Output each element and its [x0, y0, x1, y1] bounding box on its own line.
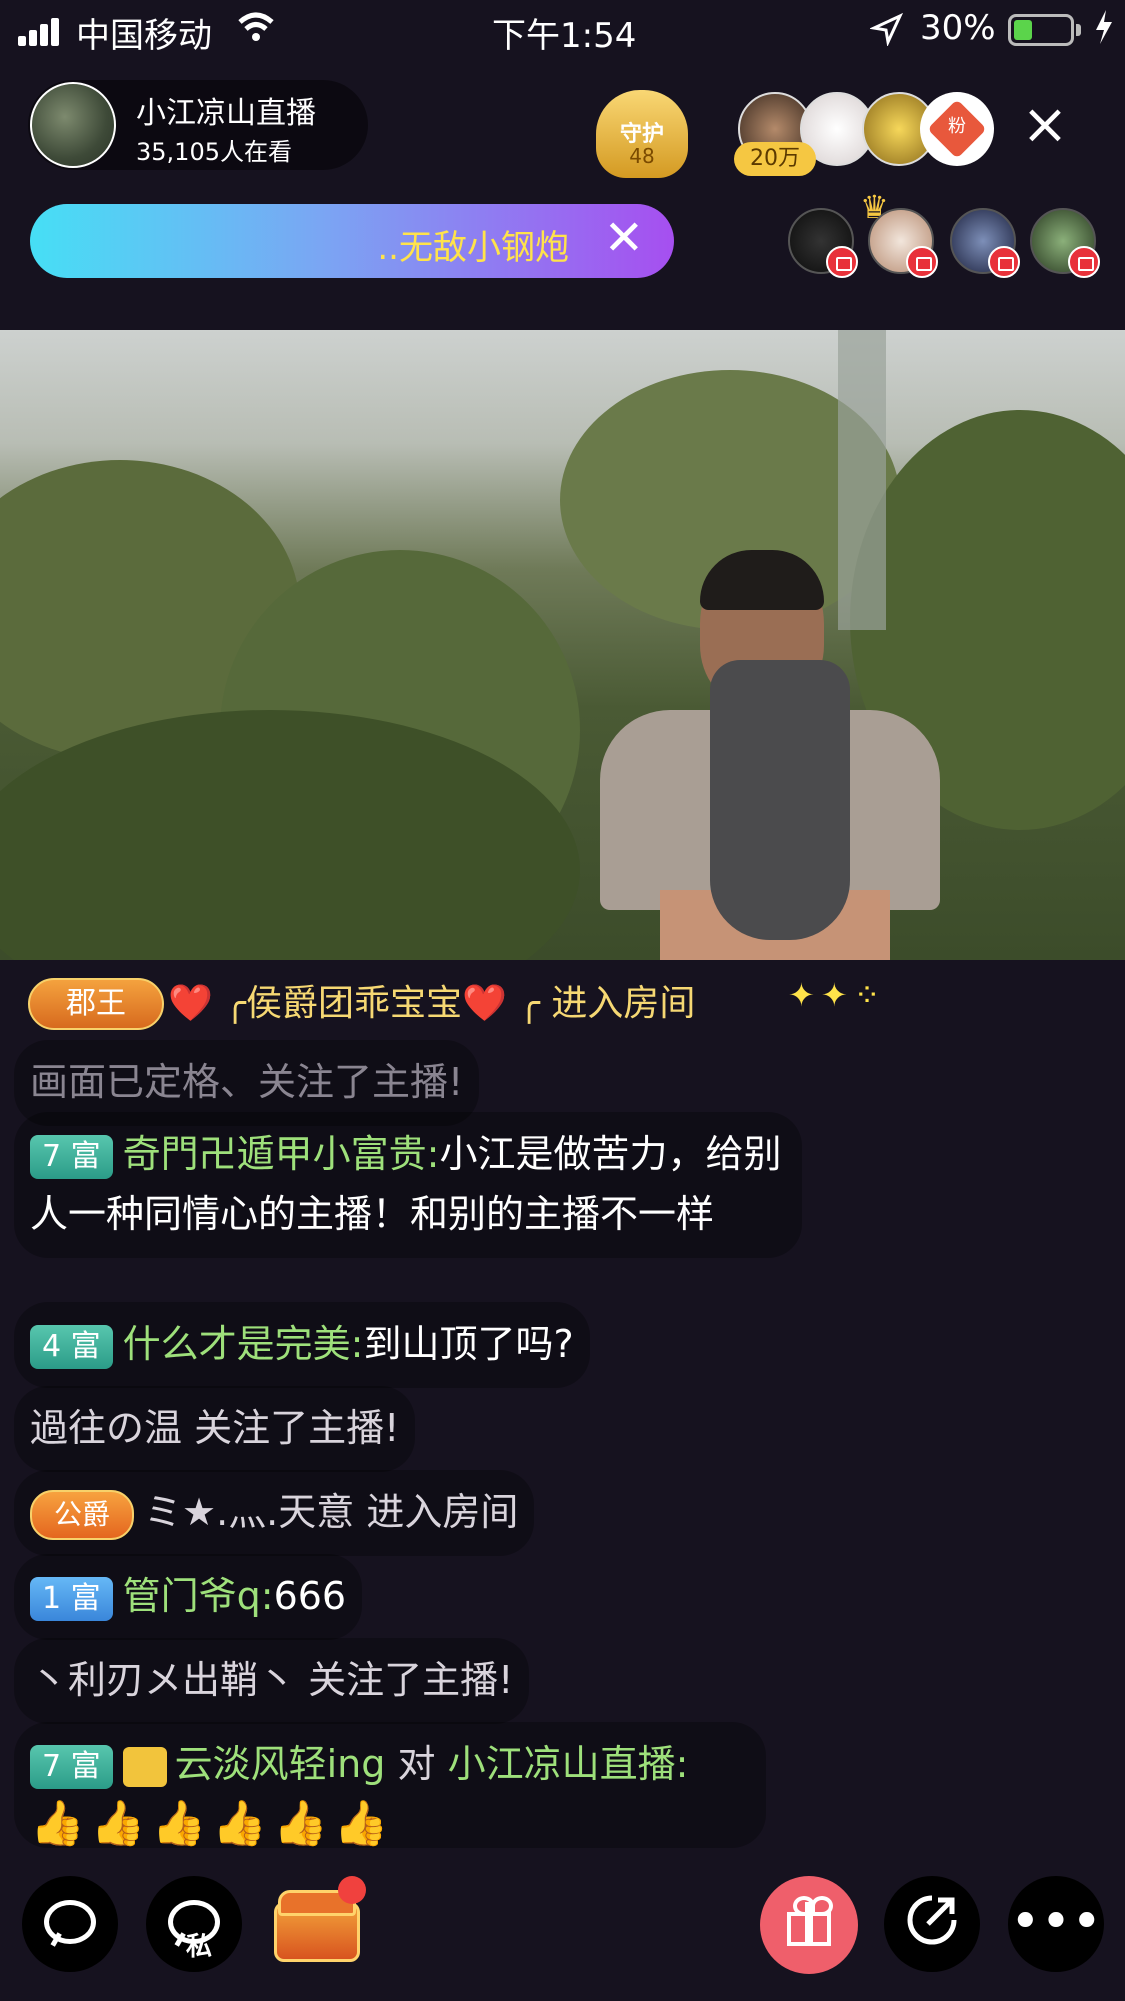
- system-text: 過往の温 关注了主播!: [30, 1406, 400, 1450]
- viewer-count: 35,105人在看: [136, 138, 292, 166]
- close-button[interactable]: ×: [1018, 97, 1072, 153]
- status-time: 下午1:54: [492, 16, 637, 56]
- wealth-level-badge: 7 富: [30, 1134, 113, 1179]
- more-dots-icon: •••: [1009, 1892, 1102, 1952]
- private-message-button[interactable]: 私: [146, 1876, 242, 1972]
- chat-message[interactable]: 7 富奇門卍遁甲小富贵:小江是做苦力，给别人一种同情心的主播！和别的主播不一样: [14, 1112, 802, 1258]
- banner-close-icon[interactable]: ✕: [604, 210, 644, 266]
- chat-text: 到山顶了吗?: [363, 1322, 574, 1366]
- host-name: 小江凉山直播: [136, 96, 316, 131]
- chat-nickname[interactable]: 奇門卍遁甲小富贵:: [123, 1132, 440, 1176]
- sofa-badge-icon: [988, 246, 1020, 278]
- audience-avatar[interactable]: [788, 208, 858, 278]
- host-avatar[interactable]: [30, 82, 116, 168]
- banner-text: ..无敌小钢炮: [377, 228, 569, 268]
- chat-message[interactable]: 1 富管门爷q:666: [14, 1554, 363, 1640]
- sofa-badge-icon: [1068, 246, 1100, 278]
- audience-avatar[interactable]: [868, 208, 938, 278]
- chat-message: 公爵 ミ★.灬.天意 进入房间: [14, 1470, 535, 1556]
- rank-badge: 郡王: [28, 978, 164, 1030]
- notification-dot: [338, 1876, 366, 1904]
- entry-announcement: 郡王 ❤️ ╭侯爵团乖宝宝❤️ ╭ 进入房间 ✦✦⁘: [28, 976, 928, 1032]
- guard-count: 48: [629, 144, 655, 168]
- guard-badge[interactable]: 守护 48: [596, 90, 688, 178]
- share-icon: [884, 1892, 980, 1961]
- chat-nickname[interactable]: 管门爷q:: [123, 1574, 274, 1618]
- to-label: 对: [397, 1742, 436, 1786]
- chat-message: 過往の温 关注了主播!: [14, 1386, 416, 1472]
- host-card[interactable]: 小江凉山直播 35,105人在看: [28, 80, 368, 170]
- sofa-badge-icon: [826, 246, 858, 278]
- carrier-name: 中国移动: [76, 16, 212, 56]
- chat-nickname[interactable]: 云淡风轻ing: [175, 1742, 386, 1786]
- fan-club-label: 粉: [948, 116, 966, 137]
- live-video[interactable]: [0, 330, 1125, 960]
- fan-club-button[interactable]: 粉: [920, 92, 994, 166]
- battery-icon: [1008, 14, 1074, 46]
- chat-target: 小江凉山直播:: [447, 1742, 689, 1786]
- location-arrow-icon: [868, 12, 904, 55]
- system-text: ミ★.灬.天意 进入房间: [144, 1490, 519, 1534]
- system-text: 丶利刃メ出鞘丶 关注了主播!: [30, 1658, 514, 1702]
- user-card-icon: [122, 1746, 167, 1787]
- audience-avatar[interactable]: [950, 208, 1020, 278]
- fan-contribution-badge: 20万: [734, 142, 816, 176]
- chat-nickname[interactable]: 什么才是完美:: [123, 1322, 364, 1366]
- chat-text: 666: [273, 1574, 347, 1618]
- sparkle-icon: ✦✦⁘: [788, 976, 887, 1014]
- audience-avatar[interactable]: [1030, 208, 1100, 278]
- chat-message[interactable]: 4 富什么才是完美:到山顶了吗?: [14, 1302, 590, 1388]
- treasure-chest-button[interactable]: [274, 1876, 366, 1964]
- wealth-level-badge: 7 富: [30, 1744, 113, 1789]
- more-button[interactable]: •••: [1008, 1876, 1104, 1972]
- wealth-level-badge: 4 富: [30, 1324, 113, 1369]
- battery-percent: 30%: [920, 8, 996, 48]
- signal-icon: [18, 16, 62, 46]
- rank-badge: 公爵: [30, 1489, 135, 1540]
- sofa-badge-icon: [906, 246, 938, 278]
- chat-message[interactable]: 7 富 云淡风轻ing 对 小江凉山直播: 👍👍👍👍👍👍: [14, 1722, 766, 1848]
- thumbs-up-icons: 👍👍👍👍👍👍: [30, 1798, 395, 1848]
- chat-bubble-icon: [44, 1900, 96, 1944]
- gift-banner[interactable]: ..无敌小钢炮 ✕: [30, 204, 674, 278]
- private-label: 私: [186, 1932, 213, 1962]
- faded-message-text: 画面已定格、关注了主播!: [30, 1060, 464, 1104]
- gift-button[interactable]: [760, 1876, 858, 1974]
- chat-message: 丶利刃メ出鞘丶 关注了主播!: [14, 1638, 530, 1724]
- status-bar: 中国移动 下午1:54 30%: [0, 0, 1125, 64]
- entry-text: ❤️ ╭侯爵团乖宝宝❤️ ╭ 进入房间: [168, 983, 696, 1024]
- share-button[interactable]: [884, 1876, 980, 1972]
- wealth-level-badge: 1 富: [30, 1576, 113, 1621]
- charging-bolt-icon: [1092, 8, 1116, 55]
- comment-button[interactable]: [22, 1876, 118, 1972]
- wifi-icon: [236, 12, 276, 53]
